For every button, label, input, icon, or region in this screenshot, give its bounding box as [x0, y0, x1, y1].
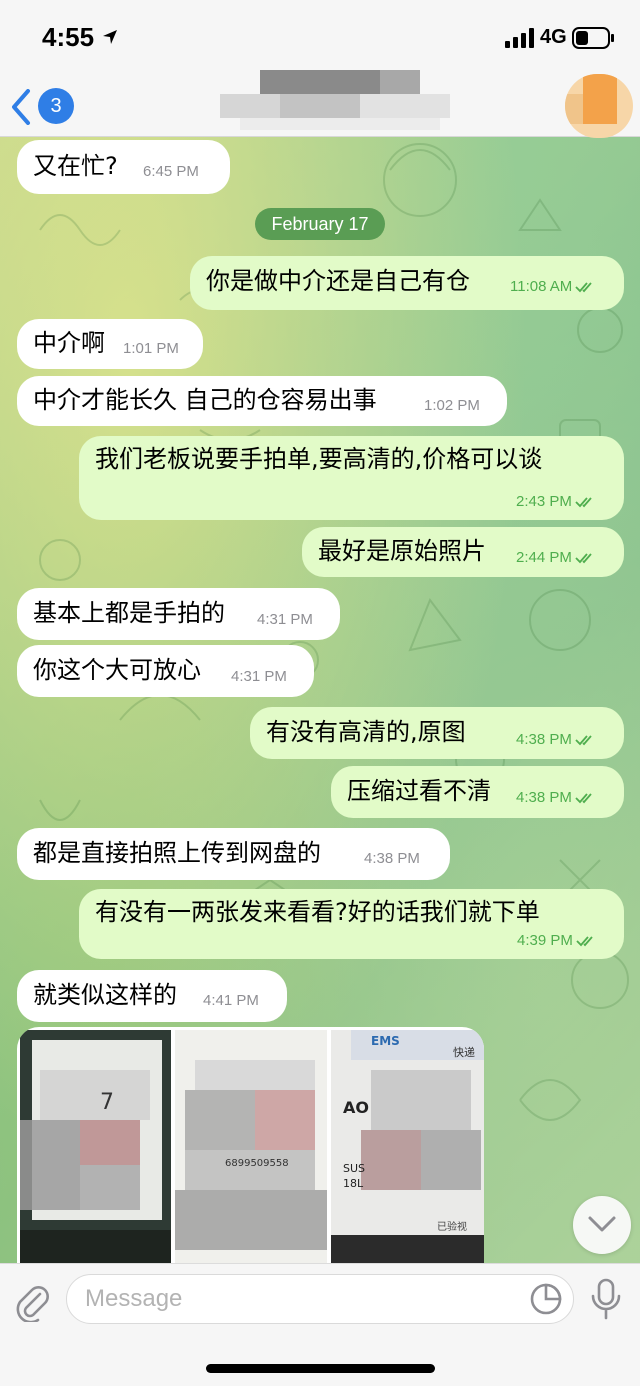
- message-bubble-outgoing[interactable]: 最好是原始照片 2:44 PM: [302, 527, 624, 577]
- read-double-check-icon: [575, 282, 592, 293]
- message-time: 1:01 PM: [123, 340, 179, 357]
- message-bubble-incoming[interactable]: 中介啊 1:01 PM: [17, 319, 203, 369]
- message-bubble-incoming[interactable]: 中介才能长久 自己的仓容易出事 1:02 PM: [17, 376, 507, 426]
- message-text: 基本上都是手拍的: [33, 599, 225, 627]
- message-bubble-incoming[interactable]: 又在忙? 6:45 PM: [17, 140, 230, 194]
- message-bubble-outgoing[interactable]: 压缩过看不清 4:38 PM: [331, 766, 624, 818]
- microphone-icon[interactable]: [590, 1278, 622, 1320]
- read-double-check-icon: [575, 735, 592, 746]
- shipping-label-photo-2[interactable]: 6899509558: [175, 1030, 327, 1263]
- message-bubble-incoming[interactable]: 都是直接拍照上传到网盘的 4:38 PM: [17, 828, 450, 880]
- read-double-check-icon: [575, 497, 592, 508]
- message-bubble-incoming[interactable]: 就类似这样的 4:41 PM: [17, 970, 287, 1022]
- message-text: 最好是原始照片: [318, 537, 486, 565]
- label-number: 6899509558: [225, 1158, 289, 1169]
- back-button[interactable]: 3: [10, 85, 74, 129]
- ems-label: EMS: [371, 1034, 400, 1048]
- status-time: 4:55: [42, 22, 95, 52]
- message-text: 有没有高清的,原图: [266, 718, 466, 746]
- message-bubble-incoming[interactable]: 基本上都是手拍的 4:31 PM: [17, 588, 340, 640]
- message-text: 就类似这样的: [33, 981, 177, 1009]
- read-double-check-icon: [575, 793, 592, 804]
- message-text: 我们老板说要手拍单,要高清的,价格可以谈: [95, 445, 543, 473]
- message-time: 4:31 PM: [257, 611, 313, 628]
- contact-name-redacted[interactable]: [220, 70, 450, 130]
- read-double-check-icon: [576, 936, 593, 947]
- unread-count-badge: 3: [38, 88, 74, 124]
- message-time: 4:38 PM: [516, 731, 572, 748]
- message-meta: 4:38 PM: [516, 731, 597, 749]
- status-bar: 4:55 4G: [0, 0, 640, 78]
- label-text-inspected: 已验视: [437, 1222, 467, 1233]
- message-time: 4:31 PM: [231, 668, 287, 685]
- message-input-bar: Message: [0, 1263, 640, 1386]
- message-meta: 11:08 AM: [510, 278, 597, 296]
- message-text: 都是直接拍照上传到网盘的: [33, 839, 321, 867]
- message-placeholder: Message: [85, 1285, 183, 1312]
- message-input[interactable]: Message: [66, 1274, 574, 1324]
- message-time: 4:39 PM: [517, 932, 573, 949]
- label-text-18l: 18L: [343, 1177, 364, 1190]
- message-time: 2:44 PM: [516, 549, 572, 566]
- label-digit: 7: [100, 1090, 114, 1115]
- message-text: 你是做中介还是自己有仓: [206, 267, 470, 295]
- battery-icon: [572, 27, 614, 49]
- message-bubble-outgoing[interactable]: 我们老板说要手拍单,要高清的,价格可以谈 2:43 PM: [79, 436, 624, 520]
- message-time: 4:38 PM: [364, 850, 420, 867]
- chat-header: 3: [0, 70, 640, 138]
- message-bubble-outgoing[interactable]: 有没有高清的,原图 4:38 PM: [250, 707, 624, 759]
- contact-avatar[interactable]: [565, 74, 633, 138]
- message-meta: 4:39 PM: [517, 932, 598, 950]
- message-text: 你这个大可放心: [33, 656, 201, 684]
- message-bubble-incoming[interactable]: 你这个大可放心 4:31 PM: [17, 645, 314, 697]
- shipping-label-photo-3[interactable]: EMS 快递 AO SUS 18L 已验视: [331, 1030, 484, 1263]
- message-bubble-outgoing[interactable]: 你是做中介还是自己有仓 11:08 AM: [190, 256, 624, 310]
- message-time: 4:41 PM: [203, 992, 259, 1009]
- message-time: 6:45 PM: [143, 163, 199, 180]
- chevron-left-icon: [12, 89, 30, 125]
- message-text: 有没有一两张发来看看?好的话我们就下单: [95, 898, 540, 926]
- message-text: 中介啊: [33, 329, 105, 357]
- sticker-icon[interactable]: [529, 1282, 563, 1316]
- label-text-express: 快递: [453, 1046, 475, 1059]
- shipping-label-photo-1[interactable]: 7: [20, 1030, 171, 1263]
- home-indicator: [206, 1364, 435, 1373]
- message-text: 又在忙?: [33, 152, 118, 180]
- label-text-ao: AO: [343, 1098, 369, 1117]
- date-separator: February 17: [255, 208, 385, 240]
- message-text: 压缩过看不清: [347, 777, 491, 805]
- message-time: 1:02 PM: [424, 397, 480, 414]
- paperclip-icon[interactable]: [14, 1282, 50, 1322]
- location-arrow-icon: [103, 30, 117, 44]
- message-meta: 2:43 PM: [516, 493, 597, 511]
- label-text-sus: SUS: [343, 1162, 366, 1175]
- message-time: 11:08 AM: [510, 278, 573, 295]
- chevron-down-icon: [588, 1216, 616, 1232]
- message-text: 中介才能长久 自己的仓容易出事: [33, 386, 377, 414]
- network-type: 4G: [540, 26, 567, 48]
- message-time: 2:43 PM: [516, 493, 572, 510]
- message-meta: 4:38 PM: [516, 789, 597, 807]
- message-meta: 2:44 PM: [516, 549, 597, 567]
- message-bubble-outgoing[interactable]: 有没有一两张发来看看?好的话我们就下单 4:39 PM: [79, 889, 624, 959]
- read-double-check-icon: [575, 553, 592, 564]
- cellular-signal-icon: [505, 28, 534, 48]
- message-time: 4:38 PM: [516, 789, 572, 806]
- photo-album-message[interactable]: 7 6899509558 EMS 快递 AO SUS 18L 已验视: [17, 1027, 484, 1263]
- scroll-to-bottom-button[interactable]: [573, 1196, 631, 1254]
